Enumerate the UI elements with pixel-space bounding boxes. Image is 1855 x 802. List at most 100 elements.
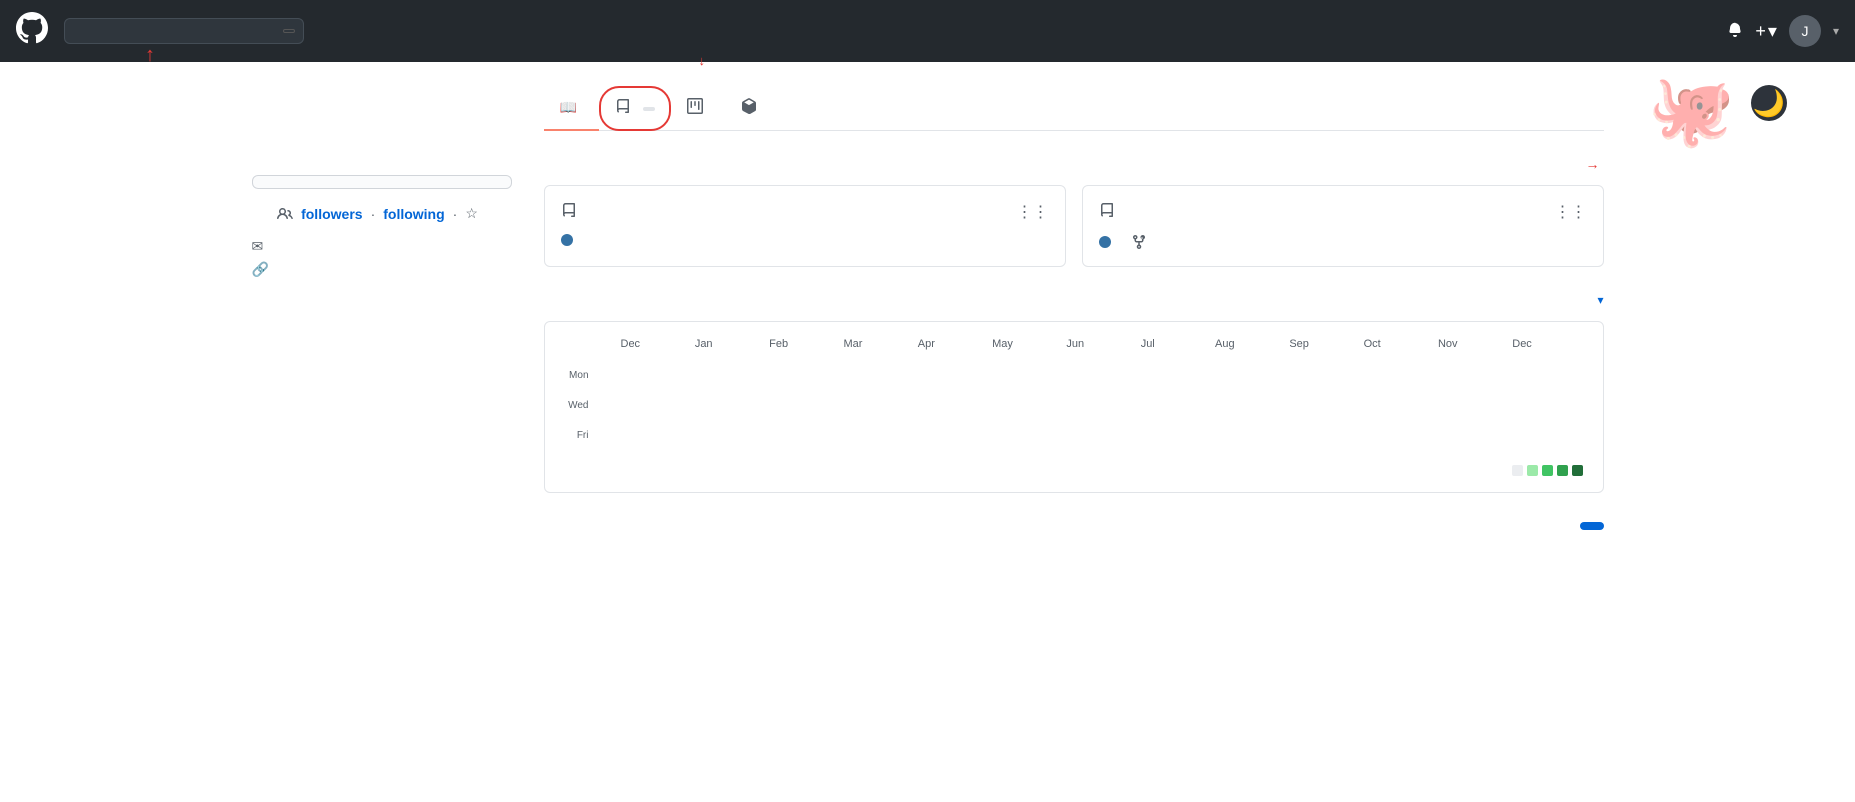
edit-profile-button[interactable] (252, 175, 512, 189)
navbar: + ▾ J ▾ ↑ (0, 0, 1855, 62)
repo-icon-1 (561, 203, 577, 222)
legend-2 (1542, 465, 1553, 476)
projects-icon (687, 98, 703, 117)
month-oct: Oct (1364, 338, 1438, 350)
day-empty1 (561, 354, 589, 367)
following-link[interactable]: following (383, 206, 444, 222)
lang-dot-2 (1099, 236, 1111, 248)
card-menu-2[interactable]: ⋮⋮ (1555, 202, 1587, 222)
month-dec1: Dec (621, 338, 695, 350)
overview-icon: 📖 (560, 99, 577, 116)
day-mon: Mon (561, 369, 589, 382)
pinned-card-header-1: ⋮⋮ (561, 202, 1049, 222)
month-nov: Nov (1438, 338, 1512, 350)
contribution-graph: Dec Jan Feb Mar Apr May Jun Jul Aug Sep … (544, 321, 1604, 493)
month-jun: Jun (1066, 338, 1140, 350)
month-mar: Mar (843, 338, 917, 350)
graph-day-labels: Mon Wed Fri (561, 354, 589, 457)
website-link: 🔗 (252, 261, 512, 278)
graph-footer (561, 465, 1587, 476)
avatar-chevron[interactable]: ▾ (1833, 24, 1839, 38)
moon-icon: 🌙 (1751, 85, 1787, 121)
month-may: May (992, 338, 1066, 350)
pinned-card-header-2: ⋮⋮ (1099, 202, 1587, 222)
graph-legend (1508, 465, 1587, 476)
tabs-container: ↓ 📖 (544, 86, 1604, 131)
user-avatar[interactable]: J (1789, 15, 1821, 47)
email-link: ✉ (252, 238, 512, 255)
tab-overview[interactable]: 📖 (544, 86, 599, 131)
packages-icon (741, 98, 757, 117)
pinned-title-group (544, 155, 550, 173)
customize-pins-row: → (1578, 156, 1604, 172)
day-fri: Fri (561, 429, 589, 442)
plus-chevron: ▾ (1768, 21, 1777, 42)
graph-months: Dec Jan Feb Mar Apr May Jun Jul Aug Sep … (593, 338, 1587, 350)
day-empty3 (561, 414, 589, 427)
navbar-actions: + ▾ J ▾ (1727, 15, 1839, 47)
legend-0 (1512, 465, 1523, 476)
new-menu-button[interactable]: + ▾ (1755, 21, 1777, 42)
plus-icon: + (1755, 21, 1766, 42)
notifications-bell[interactable] (1727, 21, 1743, 42)
hero-character: 🐙 (1648, 70, 1735, 152)
search-bar[interactable] (64, 18, 304, 44)
activity-header (544, 517, 1604, 535)
day-empty2 (561, 384, 589, 397)
repo-icon-2 (1099, 203, 1115, 222)
pinned-card-tictactoe: ⋮⋮ (544, 185, 1066, 267)
main-content: followers · following · ☆ ✉ 🔗 (228, 62, 1628, 535)
contribution-header: ▾ (544, 291, 1604, 309)
month-jul: Jul (1141, 338, 1215, 350)
card-menu-1[interactable]: ⋮⋮ (1017, 202, 1049, 222)
contribution-title-group (544, 291, 552, 309)
contribution-settings[interactable]: ▾ (1595, 293, 1603, 307)
github-logo[interactable] (16, 12, 48, 51)
forks-count (1131, 234, 1151, 250)
pinned-card-sinaweibo: ⋮⋮ (1082, 185, 1604, 267)
followers-link[interactable]: followers (301, 206, 362, 222)
tictactoe-link[interactable] (561, 203, 583, 222)
month-sep: Sep (1289, 338, 1363, 350)
profile-name-row (252, 94, 512, 125)
pinned-header: → (544, 155, 1604, 173)
tab-packages[interactable] (725, 86, 779, 131)
tab-repositories[interactable] (599, 86, 671, 131)
followers-count: followers (301, 206, 362, 222)
star-icon: ☆ (465, 205, 478, 222)
settings-chevron: ▾ (1597, 293, 1603, 307)
legend-3 (1557, 465, 1568, 476)
legend-4 (1572, 465, 1583, 476)
month-aug: Aug (1215, 338, 1289, 350)
activity-title-group (544, 517, 552, 535)
sinaweibo-link[interactable] (1099, 203, 1121, 222)
profile-username-row (252, 129, 512, 147)
repositories-icon (615, 99, 631, 118)
month-jan: Jan (695, 338, 769, 350)
day-empty4 (561, 444, 589, 457)
sidebar: followers · following · ☆ ✉ 🔗 (252, 86, 512, 535)
search-arrow: ↑ (145, 44, 155, 67)
content-area: ↓ 📖 (544, 86, 1604, 535)
legend-1 (1527, 465, 1538, 476)
link-icon: 🔗 (252, 261, 269, 278)
profile-links: ✉ 🔗 (252, 238, 512, 278)
customize-arrow: → (1586, 156, 1600, 172)
kbd-slash (283, 29, 295, 33)
tictactoe-lang (561, 234, 1049, 246)
day-wed: Wed (561, 399, 589, 412)
repositories-badge (643, 107, 655, 111)
month-feb: Feb (769, 338, 843, 350)
year-badge[interactable] (1580, 522, 1604, 530)
follow-stats: followers · following · ☆ (252, 205, 512, 226)
search-input[interactable] (73, 23, 275, 39)
month-dec2: Dec (1512, 338, 1586, 350)
tab-projects[interactable] (671, 86, 725, 131)
repo-annotation: ↓ (699, 38, 706, 68)
month-apr: Apr (918, 338, 992, 350)
sinaweibo-lang (1099, 234, 1587, 250)
profile-tabs: 📖 (544, 86, 1604, 131)
pinned-grid: ⋮⋮ ⋮⋮ (544, 185, 1604, 267)
graph-body: Mon Wed Fri (561, 354, 1587, 457)
mail-icon: ✉ (252, 238, 264, 255)
